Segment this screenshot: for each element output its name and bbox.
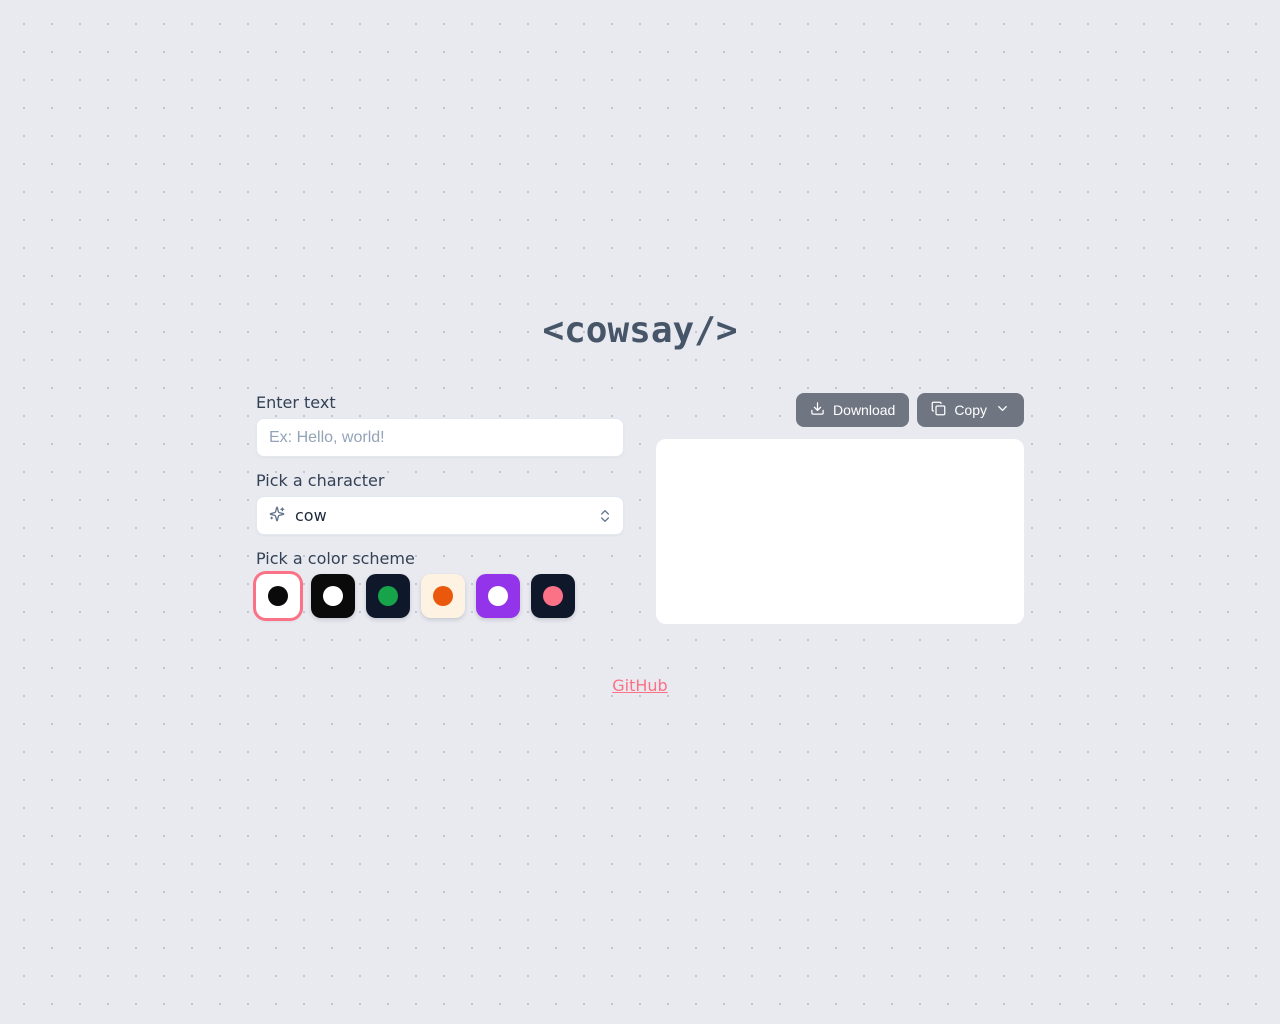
sparkles-icon xyxy=(269,506,285,526)
chevron-down-icon xyxy=(995,401,1010,419)
color-swatch-dot xyxy=(323,586,343,606)
output-preview xyxy=(656,439,1024,624)
output-panel: Download Copy xyxy=(656,393,1024,632)
copy-button-label: Copy xyxy=(954,402,987,418)
color-swatch-dot xyxy=(268,586,288,606)
copy-button[interactable]: Copy xyxy=(917,393,1024,427)
pick-character-label: Pick a character xyxy=(256,471,624,490)
color-field-block: Pick a color scheme xyxy=(256,549,624,618)
character-select-value: cow xyxy=(295,506,327,525)
download-button[interactable]: Download xyxy=(796,393,909,427)
output-toolbar: Download Copy xyxy=(796,393,1024,427)
download-icon xyxy=(810,401,825,419)
color-swatch-1[interactable] xyxy=(311,574,355,618)
color-swatch-3[interactable] xyxy=(421,574,465,618)
color-swatch-4[interactable] xyxy=(476,574,520,618)
text-input[interactable] xyxy=(256,418,624,457)
download-button-label: Download xyxy=(833,402,895,418)
color-swatch-dot xyxy=(433,586,453,606)
color-swatch-dot xyxy=(488,586,508,606)
character-select[interactable]: cow xyxy=(256,496,624,535)
enter-text-label: Enter text xyxy=(256,393,624,412)
color-swatch-0[interactable] xyxy=(256,574,300,618)
page-title: <cowsay/> xyxy=(542,310,737,351)
pick-color-label: Pick a color scheme xyxy=(256,549,624,568)
copy-icon xyxy=(931,401,946,419)
chevrons-up-down-icon xyxy=(597,508,613,524)
github-link[interactable]: GitHub xyxy=(612,676,667,695)
controls-panel: Enter text Pick a character cow xyxy=(256,393,624,632)
main-content: Enter text Pick a character cow xyxy=(256,393,1024,632)
color-swatch-row xyxy=(256,574,624,618)
color-swatch-5[interactable] xyxy=(531,574,575,618)
color-swatch-dot xyxy=(543,586,563,606)
color-swatch-2[interactable] xyxy=(366,574,410,618)
color-swatch-dot xyxy=(378,586,398,606)
character-field-block: Pick a character cow xyxy=(256,471,624,535)
text-field-block: Enter text xyxy=(256,393,624,457)
